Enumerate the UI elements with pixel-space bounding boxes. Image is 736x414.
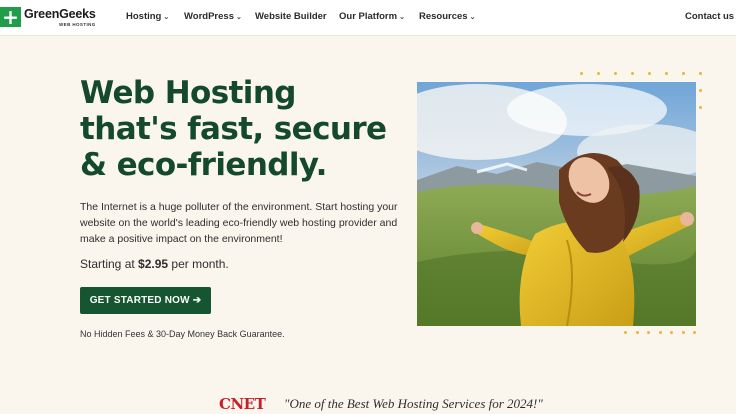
decorative-dot <box>648 72 651 75</box>
press-quote: "One of the Best Web Hosting Services fo… <box>284 396 543 411</box>
contact-us-link[interactable]: Contact us <box>685 11 734 22</box>
chevron-down-icon: ⌄ <box>399 14 405 21</box>
price-value: $2.95 <box>138 257 169 271</box>
logo-name: GreenGeeks <box>24 7 96 21</box>
decorative-dot <box>624 331 627 334</box>
decorative-dot <box>597 72 600 75</box>
nav-item-our-platform[interactable]: Our Platform ⌄ <box>339 11 405 22</box>
chevron-down-icon: ⌄ <box>235 14 242 21</box>
decorative-dot <box>614 72 617 75</box>
decorative-dot <box>635 331 639 334</box>
chevron-down-icon: ⌄ <box>163 14 170 21</box>
decorative-dot <box>681 331 685 334</box>
chevron-down-icon: ⌄ <box>469 14 476 21</box>
decorative-dot <box>682 72 685 75</box>
nav-item-wordpress[interactable]: WordPress ⌄ <box>184 11 242 22</box>
price-line: Starting at $2.95 per month. <box>80 257 229 271</box>
hero-photo-woman-in-field <box>417 82 696 326</box>
decorative-dot <box>699 106 702 109</box>
logo-subtitle: WEB HOSTING <box>59 22 96 27</box>
decorative-dot <box>631 72 634 75</box>
nav-item-resources[interactable]: Resources ⌄ <box>419 11 475 22</box>
plus-icon: + <box>0 7 21 27</box>
decorative-dot <box>647 331 650 334</box>
nav-item-hosting[interactable]: Hosting ⌄ <box>126 11 169 22</box>
decorative-dot <box>693 331 696 334</box>
top-navigation: + GreenGeeks WEB HOSTING Hosting ⌄ WordPr… <box>0 0 736 36</box>
greengeeks-logo[interactable]: + GreenGeeks WEB HOSTING <box>0 7 96 27</box>
guarantee-note: No Hidden Fees & 30-Day Money Back Guara… <box>80 329 285 339</box>
hero-description: The Internet is a huge polluter of the e… <box>80 201 398 245</box>
decorative-dot <box>665 72 668 75</box>
decorative-dot <box>699 89 702 92</box>
hero-title: Web Hosting that's fast, secure & eco-fr… <box>80 75 387 183</box>
decorative-dot <box>699 72 702 75</box>
get-started-button[interactable]: GET STARTED NOW ➔ <box>80 287 211 314</box>
decorative-dot <box>580 72 583 75</box>
nav-item-website-builder[interactable]: Website Builder <box>255 11 327 22</box>
decorative-dot <box>670 331 673 334</box>
decorative-dot <box>658 331 662 334</box>
cnet-logo: CNET <box>219 395 266 413</box>
